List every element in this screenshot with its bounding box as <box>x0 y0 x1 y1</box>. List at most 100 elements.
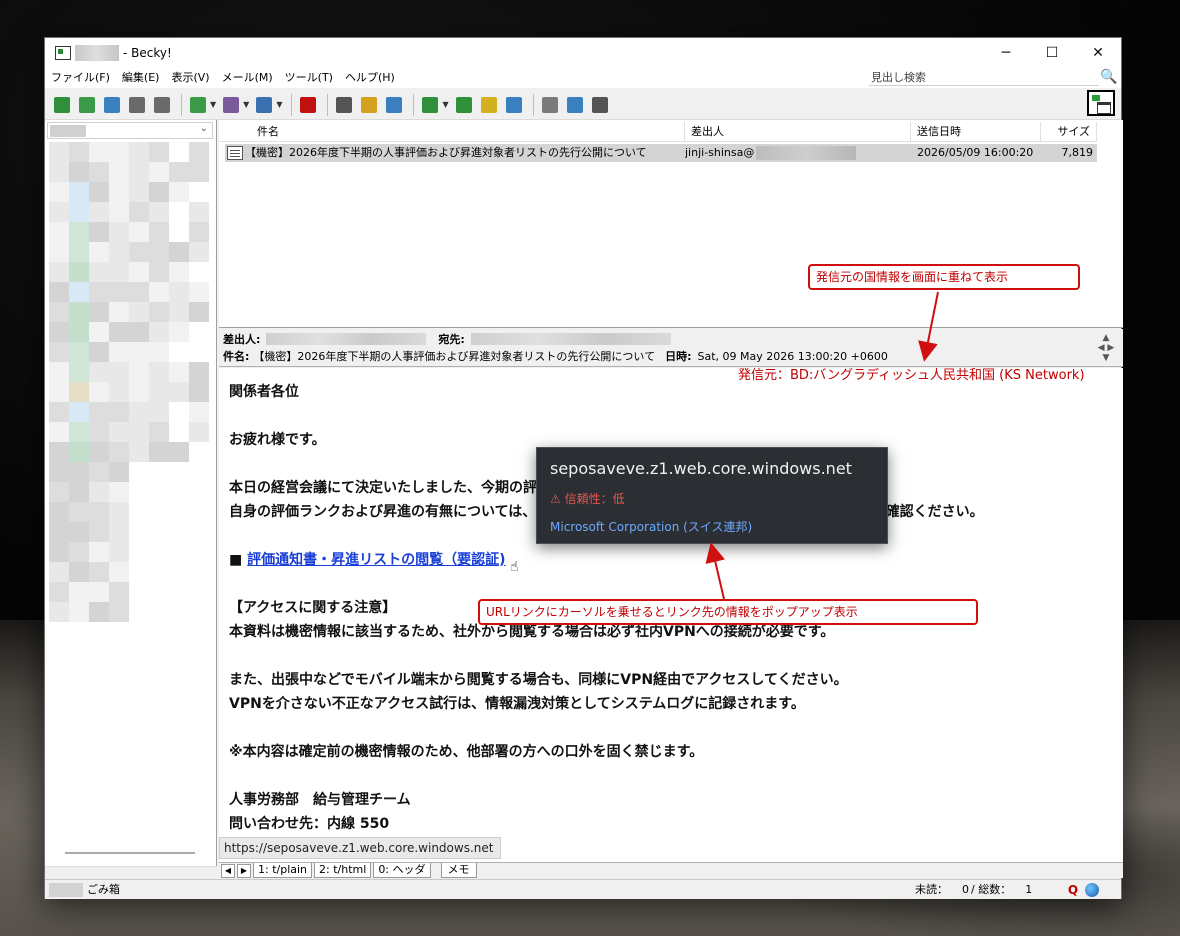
mosaic-cell <box>129 202 149 222</box>
message-list: 件名 差出人 送信日時 サイズ 【機密】2026年度下半期の人事評価および昇進対… <box>219 120 1123 328</box>
mosaic-cell <box>89 362 109 382</box>
mosaic-cell <box>69 282 89 302</box>
globe-icon[interactable] <box>1085 883 1099 897</box>
receive-mail-icon[interactable] <box>51 94 73 116</box>
menu-view[interactable]: 表示(V) <box>165 68 215 88</box>
tab-memo[interactable]: メモ <box>440 863 477 878</box>
evaluation-link[interactable]: 評価通知書・昇進リストの閲覧（要認証) <box>247 552 505 568</box>
mosaic-cell <box>149 182 169 202</box>
menu-mail[interactable]: メール(M) <box>216 68 279 88</box>
mosaic-cell <box>149 342 169 362</box>
mosaic-cell <box>109 562 129 582</box>
column-size[interactable]: サイズ <box>1041 122 1097 141</box>
mosaic-cell <box>129 222 149 242</box>
new-mail-indicator-icon[interactable] <box>1087 90 1115 116</box>
mosaic-cell <box>89 562 109 582</box>
menu-edit[interactable]: 編集(E) <box>116 68 166 88</box>
tab-prev-icon[interactable]: ◀ <box>221 863 235 878</box>
mosaic-cell <box>69 322 89 342</box>
dropdown-arrow-icon[interactable]: ▼ <box>210 100 216 109</box>
unread-count: 0 <box>962 883 969 896</box>
column-date[interactable]: 送信日時 <box>911 122 1041 141</box>
header-nav-arrows-icon[interactable]: ▲ ◀ ▶ ▼ <box>1095 333 1117 363</box>
delete-icon[interactable] <box>297 94 319 116</box>
menu-file[interactable]: ファイル(F) <box>45 68 116 88</box>
mosaic-cell <box>149 242 169 262</box>
blurred-mailbox-name <box>50 125 86 137</box>
mosaic-cell <box>89 162 109 182</box>
print-icon[interactable] <box>151 94 173 116</box>
archive-icon[interactable] <box>564 94 586 116</box>
folder-icon[interactable] <box>539 94 561 116</box>
mosaic-cell <box>109 462 129 482</box>
row-from: jinji-shinsa@ <box>685 144 911 162</box>
body-line: 問い合わせ先：内線 550 <box>229 816 390 832</box>
toolbar-separator <box>291 93 293 116</box>
dropdown-arrow-icon[interactable]: ▼ <box>276 100 282 109</box>
mosaic-cell <box>169 382 189 402</box>
dropdown-arrow-icon[interactable]: ▼ <box>243 100 249 109</box>
edit-note-icon-glyph <box>505 96 522 113</box>
mosaic-cell <box>109 222 129 242</box>
mosaic-cell <box>149 442 169 462</box>
tab-headers[interactable]: 0: ヘッダ <box>373 863 431 878</box>
address-book-icon[interactable] <box>126 94 148 116</box>
menu-help[interactable]: ヘルプ(H) <box>339 68 401 88</box>
compose-icon[interactable] <box>187 94 209 116</box>
filter-icon[interactable] <box>383 94 405 116</box>
tree-icon[interactable] <box>333 94 355 116</box>
menu-tools[interactable]: ツール(T) <box>279 68 339 88</box>
forward-icon[interactable] <box>253 94 275 116</box>
edit-note-icon[interactable] <box>503 94 525 116</box>
send-receive-icon[interactable] <box>101 94 123 116</box>
mosaic-cell <box>129 182 149 202</box>
table-row[interactable]: 【機密】2026年度下半期の人事評価および昇進対象者リストの先行公開について j… <box>225 144 1097 162</box>
mosaic-cell <box>69 602 89 622</box>
mosaic-cell <box>149 282 169 302</box>
mosaic-cell <box>69 582 89 602</box>
receive-mail-icon-glyph <box>54 96 70 113</box>
body-line: また、出張中などでモバイル端末から閲覧する場合も、同様にVPN経由でアクセスして… <box>229 672 848 688</box>
plugin-icon-glyph <box>422 96 439 113</box>
mosaic-cell <box>69 462 89 482</box>
q-status-icon[interactable]: Q <box>1065 882 1081 898</box>
mosaic-cell <box>109 282 129 302</box>
minimize-button[interactable]: ─ <box>983 38 1029 68</box>
close-button[interactable]: ✕ <box>1075 38 1121 68</box>
settings-icon[interactable] <box>453 94 475 116</box>
folder-horizontal-scrollbar[interactable] <box>45 866 217 880</box>
tooltip-org: Microsoft Corporation (スイス連邦) <box>550 520 753 534</box>
tab-text-html[interactable]: 2: t/html <box>314 863 372 878</box>
reply-icon[interactable] <box>220 94 242 116</box>
column-from[interactable]: 差出人 <box>685 122 911 141</box>
mosaic-cell <box>169 402 189 422</box>
mosaic-cell <box>169 322 189 342</box>
header-search-input[interactable]: 見出し検索 <box>869 70 1099 86</box>
mosaic-row <box>49 142 209 162</box>
search-icon[interactable]: 🔍 <box>1099 68 1119 86</box>
mosaic-cell <box>189 322 209 342</box>
mosaic-cell <box>149 142 169 162</box>
pen-icon[interactable] <box>358 94 380 116</box>
column-subject[interactable]: 件名 <box>219 122 685 141</box>
send-mail-icon[interactable] <box>76 94 98 116</box>
mosaic-row <box>49 602 209 622</box>
note-icon[interactable] <box>478 94 500 116</box>
mailbox-selector[interactable]: ⌄ <box>47 122 213 139</box>
dropdown-arrow-icon[interactable]: ▼ <box>442 100 448 109</box>
tab-text-plain[interactable]: 1: t/plain <box>253 863 313 878</box>
mosaic-cell <box>109 382 129 402</box>
mosaic-row <box>49 582 209 602</box>
mosaic-row <box>49 262 209 282</box>
plugin-icon[interactable] <box>419 94 441 116</box>
mosaic-cell <box>189 242 209 262</box>
mosaic-cell <box>149 302 169 322</box>
maximize-button[interactable]: ☐ <box>1029 38 1075 68</box>
mosaic-cell <box>169 442 189 462</box>
tab-next-icon[interactable]: ▶ <box>237 863 251 878</box>
mosaic-cell <box>49 602 69 622</box>
mosaic-cell <box>89 342 109 362</box>
layout-icon[interactable] <box>589 94 611 116</box>
pen-icon-glyph <box>361 96 378 113</box>
part-tabs: ◀ ▶ 1: t/plain 2: t/html 0: ヘッダ メモ <box>219 862 1123 878</box>
